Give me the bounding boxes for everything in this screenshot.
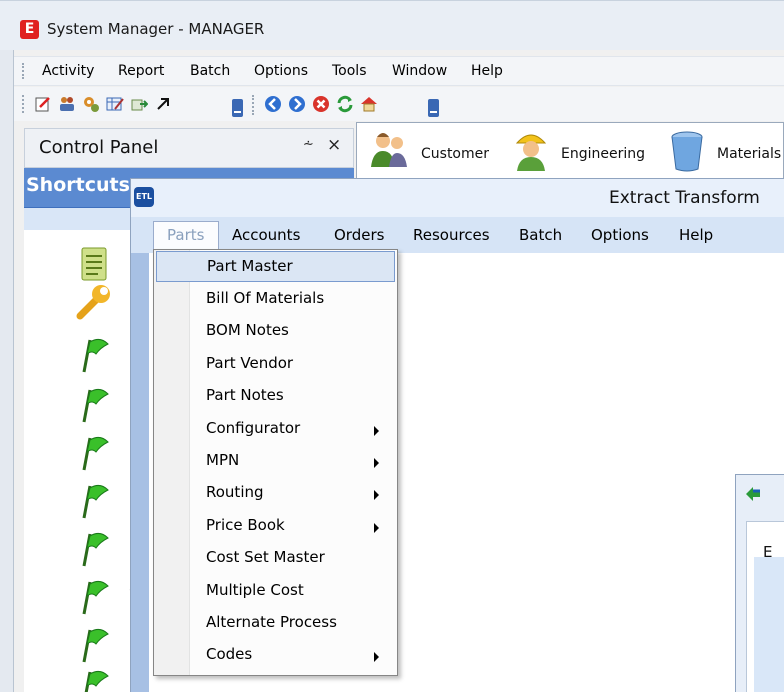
menu-item-label: Routing: [206, 483, 264, 501]
menu-window[interactable]: Window: [392, 63, 447, 79]
menu-item-cost-set-master[interactable]: Cost Set Master: [156, 543, 395, 574]
child-window-tab-label[interactable]: E: [763, 543, 772, 561]
menu-item-alternate-process[interactable]: Alternate Process: [156, 608, 395, 639]
toolbar-grip[interactable]: [22, 95, 24, 113]
tab-engineering[interactable]: Engineering: [561, 146, 645, 162]
etl-app-icon: ETL: [134, 187, 154, 207]
pin-icon[interactable]: ⩪: [303, 137, 314, 152]
etl-menu-help[interactable]: Help: [679, 226, 713, 244]
submenu-arrow-icon: [374, 490, 379, 500]
etl-menu-resources[interactable]: Resources: [413, 226, 490, 244]
tab-customer[interactable]: Customer: [421, 146, 489, 162]
etl-menu-batch[interactable]: Batch: [519, 226, 562, 244]
shortcuts-list: D P C L M R S T U V: [24, 230, 146, 692]
etl-window-title: Extract Transform: [609, 188, 760, 208]
green-flag-icon[interactable]: [74, 624, 114, 664]
menu-help[interactable]: Help: [471, 63, 503, 79]
menu-batch[interactable]: Batch: [190, 63, 230, 79]
menu-item-label: BOM Notes: [206, 321, 289, 339]
menu-item-codes[interactable]: Codes: [156, 640, 395, 671]
menu-item-label: Configurator: [206, 419, 301, 437]
menu-item-part-master[interactable]: Part Master: [156, 251, 395, 282]
green-flag-icon[interactable]: [74, 528, 114, 568]
menu-item-configurator[interactable]: Configurator: [156, 414, 395, 445]
green-flag-icon[interactable]: [74, 480, 114, 520]
etl-menu-orders[interactable]: Orders: [334, 226, 384, 244]
edit-grid-icon[interactable]: [106, 95, 124, 113]
tab-materials[interactable]: Materials: [717, 146, 781, 162]
menu-options[interactable]: Options: [254, 63, 308, 79]
etl-menu-parts[interactable]: Parts: [167, 226, 204, 244]
menu-item-bill-of-materials[interactable]: Bill Of Materials: [156, 284, 395, 315]
child-window-body: [754, 557, 784, 692]
menu-item-mpn[interactable]: MPN: [156, 446, 395, 477]
menu-item-label: Price Book: [206, 516, 285, 534]
document-icon[interactable]: [74, 244, 114, 284]
wrench-icon[interactable]: [74, 282, 114, 322]
toolbar-overflow-button[interactable]: [232, 99, 243, 117]
green-flag-icon[interactable]: [74, 384, 114, 424]
menu-report[interactable]: Report: [118, 63, 164, 79]
export-icon[interactable]: [130, 95, 148, 113]
child-window: [735, 474, 784, 692]
green-flag-icon[interactable]: [74, 432, 114, 472]
new-entry-icon[interactable]: [34, 95, 52, 113]
users-icon[interactable]: [58, 95, 76, 113]
toolbar-separator: [252, 95, 254, 115]
green-flag-icon[interactable]: [74, 576, 114, 616]
menu-item-label: Part Notes: [206, 386, 284, 404]
settings-gears-icon[interactable]: [82, 95, 100, 113]
arrow-icon[interactable]: [154, 95, 172, 113]
menu-item-label: Codes: [206, 645, 253, 663]
back-icon[interactable]: [264, 95, 282, 113]
menu-item-routing[interactable]: Routing: [156, 478, 395, 509]
module-tabstrip: Customer Engineering Materials: [356, 122, 784, 178]
etl-titlebar: ETL Extract Transform: [131, 179, 784, 217]
submenu-arrow-icon: [374, 426, 379, 436]
menu-item-part-notes[interactable]: Part Notes: [156, 381, 395, 412]
menu-item-part-vendor[interactable]: Part Vendor: [156, 349, 395, 380]
parts-dropdown-menu: Part Master Bill Of Materials BOM Notes …: [153, 249, 398, 676]
menu-item-label: Part Vendor: [206, 354, 294, 372]
toolbar-overflow-button-2[interactable]: [428, 99, 439, 117]
window-frame-left: [0, 0, 14, 692]
home-icon[interactable]: [360, 95, 378, 113]
green-flag-icon[interactable]: [74, 666, 114, 692]
menu-item-label: Part Master: [207, 257, 293, 275]
control-panel-header: Control Panel ⩪ ×: [24, 128, 354, 168]
submenu-arrow-icon: [374, 458, 379, 468]
green-flag-icon[interactable]: [74, 334, 114, 374]
forward-icon[interactable]: [288, 95, 306, 113]
stop-icon[interactable]: [312, 95, 330, 113]
main-toolbar: [14, 87, 784, 121]
app-logo: E: [20, 20, 39, 39]
menu-item-label: Cost Set Master: [206, 548, 325, 566]
control-panel-title: Control Panel: [39, 137, 159, 158]
etl-menubar: Parts Accounts Orders Resources Batch Op…: [131, 217, 784, 255]
menu-item-label: Multiple Cost: [206, 581, 304, 599]
app-title: System Manager - MANAGER: [47, 20, 265, 38]
submenu-arrow-icon: [374, 523, 379, 533]
menu-item-price-book[interactable]: Price Book: [156, 511, 395, 542]
materials-bin-icon[interactable]: [667, 129, 707, 173]
menu-item-bom-notes[interactable]: BOM Notes: [156, 316, 395, 347]
menu-tools[interactable]: Tools: [332, 63, 367, 79]
shortcuts-title: Shortcuts: [26, 174, 130, 196]
customer-icon[interactable]: [367, 129, 411, 173]
submenu-arrow-icon: [374, 652, 379, 662]
menubar-grip[interactable]: [22, 63, 25, 79]
menu-item-label: MPN: [206, 451, 240, 469]
menu-item-multiple-cost[interactable]: Multiple Cost: [156, 576, 395, 607]
main-menubar: Activity Report Batch Options Tools Wind…: [14, 56, 784, 86]
child-window-icon: [746, 487, 760, 501]
etl-menu-accounts[interactable]: Accounts: [232, 226, 300, 244]
etl-menu-options[interactable]: Options: [591, 226, 649, 244]
etl-side-band: [131, 253, 149, 692]
menu-activity[interactable]: Activity: [42, 63, 94, 79]
menu-item-label: Alternate Process: [206, 613, 337, 631]
close-icon[interactable]: ×: [327, 135, 341, 155]
engineer-icon[interactable]: [511, 129, 551, 173]
refresh-icon[interactable]: [336, 95, 354, 113]
menu-item-label: Bill Of Materials: [206, 289, 325, 307]
